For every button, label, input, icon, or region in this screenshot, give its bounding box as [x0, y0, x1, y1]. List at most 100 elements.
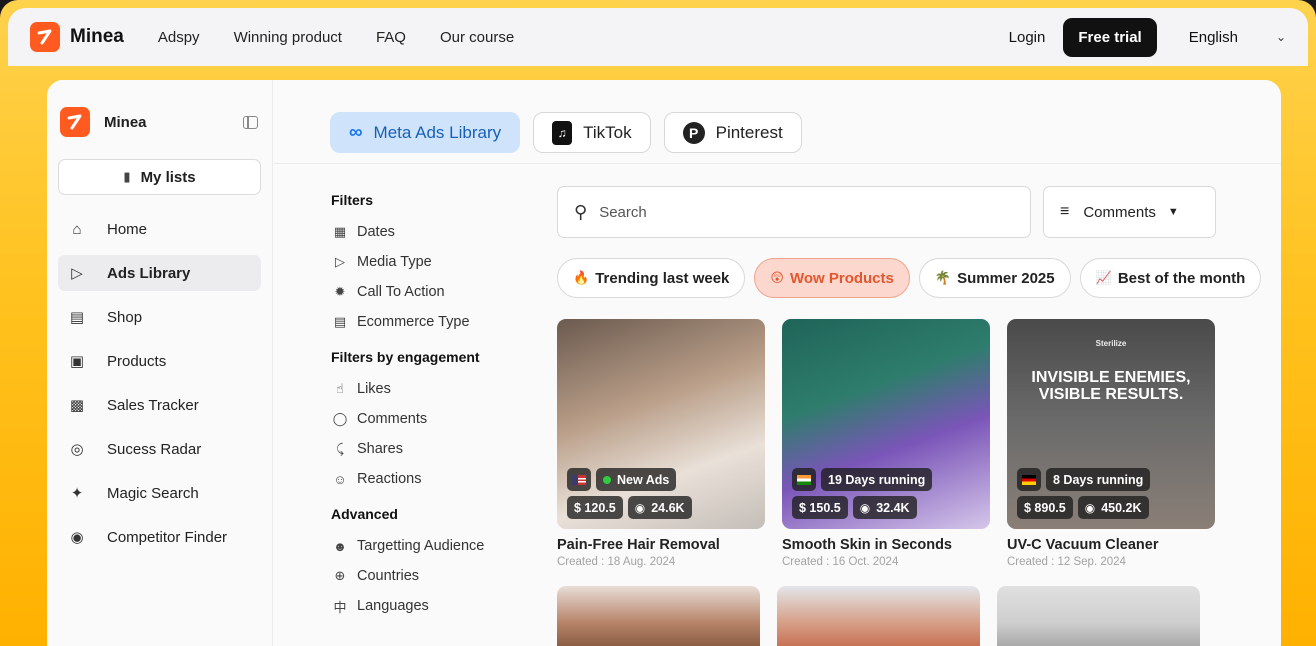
filter-comments[interactable]: ◯ Comments [331, 404, 531, 434]
minea-logo-icon[interactable] [30, 22, 60, 52]
sort-dropdown[interactable]: ≡ Comments ▼ [1043, 186, 1216, 238]
ad-title[interactable]: Smooth Skin in Seconds [782, 537, 990, 553]
chip-trending-last-week[interactable]: 🔥 Trending last week [557, 258, 746, 298]
chip-best-of-the-month[interactable]: 📈 Best of the month [1079, 258, 1262, 298]
minea-logo-icon[interactable] [60, 107, 90, 137]
sidebar-item-label: Shop [107, 308, 143, 326]
ad-title[interactable]: Pain-Free Hair Removal [557, 537, 765, 553]
pill-row: New Ads [567, 468, 697, 491]
tab-meta-ads-library[interactable]: ∞ Meta Ads Library [330, 112, 521, 153]
my-lists-button[interactable]: ▮ My lists [58, 159, 261, 195]
views-badge: ◉ 32.4K [852, 496, 917, 519]
sidebar-nav: ⌂ Home ▷ Ads Library ▤ Shop ▣ Products ▩ [47, 211, 272, 555]
filter-reactions[interactable]: ☺ Reactions [331, 464, 531, 494]
ad-thumbnail[interactable]: 19 Days running $ 150.5 ◉ 32.4K [782, 319, 990, 529]
ad-cards-row-2 [557, 586, 1217, 646]
filter-languages[interactable]: 中 Languages [331, 591, 531, 621]
ad-title[interactable]: UV-C Vacuum Cleaner [1007, 537, 1215, 553]
filter-label: Dates [357, 224, 395, 240]
pill-row: 8 Days running [1017, 468, 1155, 491]
chart-up-icon: 📈 [1095, 270, 1112, 285]
ad-card[interactable]: Sterilize INVISIBLE ENEMIES, VISIBLE RES… [1007, 319, 1215, 568]
translate-icon: 中 [333, 599, 347, 615]
sidebar-item-ads-library[interactable]: ▷ Ads Library [58, 255, 261, 291]
sidebar-item-success-radar[interactable]: ◎ Sucess Radar [58, 431, 261, 467]
filter-call-to-action[interactable]: ✹ Call To Action [331, 277, 531, 307]
video-icon: ▷ [335, 254, 345, 269]
ad-stats-overlay: New Ads $ 120.5 ◉ 24.6K [567, 463, 697, 519]
source-tabs: ∞ Meta Ads Library ♫ TikTok P Pinterest [274, 80, 1281, 164]
chip-label: Summer 2025 [957, 269, 1055, 287]
nav-link-our-course[interactable]: Our course [440, 29, 514, 46]
sidebar-item-sales-tracker[interactable]: ▩ Sales Tracker [58, 387, 261, 423]
tab-label: Pinterest [715, 122, 783, 142]
main-nav: Adspy Winning product FAQ Our course [158, 29, 548, 46]
filter-targetting-audience[interactable]: ☻ Targetting Audience [331, 531, 531, 561]
my-lists-label: My lists [140, 168, 196, 186]
filter-media-type[interactable]: ▷ Media Type [331, 247, 531, 277]
tab-label: Meta Ads Library [373, 122, 502, 142]
search-icon: ⚲ [574, 201, 588, 222]
shop-icon: ▤ [69, 309, 85, 326]
tab-tiktok[interactable]: ♫ TikTok [533, 112, 651, 153]
views-text: 32.4K [876, 500, 910, 515]
pill-row: 19 Days running [792, 468, 937, 491]
fire-icon: 🔥 [573, 270, 590, 285]
sidebar-item-shop[interactable]: ▤ Shop [58, 299, 261, 335]
home-icon: ⌂ [72, 220, 82, 238]
filter-label: Targetting Audience [357, 538, 485, 554]
filter-ecommerce-type[interactable]: ▤ Ecommerce Type [331, 307, 531, 337]
sales-tracker-icon: ▩ [69, 397, 85, 414]
language-selector[interactable]: English [1189, 29, 1238, 46]
filter-dates[interactable]: ▦ Dates [331, 217, 531, 247]
astonished-face-icon: 😲 [770, 270, 784, 285]
ad-card[interactable]: 19 Days running $ 150.5 ◉ 32.4K Smooth Sk… [782, 319, 990, 568]
ad-created-date: Created : 12 Sep. 2024 [1007, 556, 1126, 568]
sidebar-item-label: Magic Search [107, 484, 199, 502]
filter-countries[interactable]: ⊕ Countries [331, 561, 531, 591]
sidebar-item-label: Products [107, 352, 167, 370]
nav-link-faq[interactable]: FAQ [376, 29, 406, 46]
chip-summer-2025[interactable]: 🌴 Summer 2025 [918, 258, 1071, 298]
sort-icon: ≡ [1060, 203, 1070, 220]
login-link[interactable]: Login [1009, 29, 1046, 46]
nav-link-winning-product[interactable]: Winning product [234, 29, 342, 46]
filter-shares[interactable]: ⤹ Shares [331, 434, 531, 464]
search-row: ⚲ Search ≡ Comments ▼ [557, 186, 1217, 238]
ad-card[interactable]: New Ads $ 120.5 ◉ 24.6K Pain-Free Hair Re… [557, 319, 765, 568]
sidebar-item-products[interactable]: ▣ Products [58, 343, 261, 379]
tab-pinterest[interactable]: P Pinterest [663, 112, 802, 153]
filter-label: Reactions [357, 471, 422, 487]
sidebar-item-competitor-finder[interactable]: ◉ Competitor Finder [58, 519, 261, 555]
pill-row: $ 120.5 ◉ 24.6K [567, 496, 697, 519]
sidebar-item-home[interactable]: ⌂ Home [58, 211, 261, 247]
top-navigation-bar: Minea Adspy Winning product FAQ Our cour… [8, 8, 1308, 66]
brand-name[interactable]: Minea [70, 26, 124, 48]
engagement-heading: Filters by engagement [331, 349, 480, 365]
ad-thumbnail[interactable] [777, 586, 980, 646]
ad-thumbnail[interactable]: Sterilize INVISIBLE ENEMIES, VISIBLE RES… [1007, 319, 1215, 529]
ad-thumbnail[interactable]: New Ads $ 120.5 ◉ 24.6K [557, 319, 765, 529]
chip-label: Trending last week [595, 269, 730, 287]
filter-label: Comments [357, 411, 428, 427]
price-badge: $ 890.5 [1017, 496, 1073, 519]
top-right-actions: Login Free trial English ⌄ [1009, 17, 1286, 57]
chevron-down-icon[interactable]: ⌄ [1276, 30, 1286, 44]
collapse-sidebar-icon[interactable] [243, 115, 258, 129]
share-icon: ⤹ [336, 441, 344, 456]
free-trial-button[interactable]: Free trial [1063, 17, 1157, 57]
main-content: ∞ Meta Ads Library ♫ TikTok P Pinterest … [274, 80, 1281, 646]
filter-likes[interactable]: ☝ Likes [331, 374, 531, 404]
status-badge: New Ads [596, 468, 677, 491]
engagement-filters-group: Filters by engagement ☝ Likes ◯ Comments ⤹… [331, 349, 531, 494]
comment-icon: ◯ [332, 411, 348, 426]
calendar-icon: ▦ [333, 224, 347, 239]
ad-thumbnail[interactable] [557, 586, 760, 646]
search-input[interactable]: ⚲ Search [557, 186, 1031, 238]
browser-frame: Minea Adspy Winning product FAQ Our cour… [0, 0, 1316, 646]
ad-thumbnail[interactable] [997, 586, 1200, 646]
pill-row: $ 890.5 ◉ 450.2K [1017, 496, 1155, 519]
sidebar-item-magic-search[interactable]: ✦ Magic Search [58, 475, 261, 511]
chip-wow-products[interactable]: 😲 Wow Products [754, 258, 910, 298]
nav-link-adspy[interactable]: Adspy [158, 29, 200, 46]
